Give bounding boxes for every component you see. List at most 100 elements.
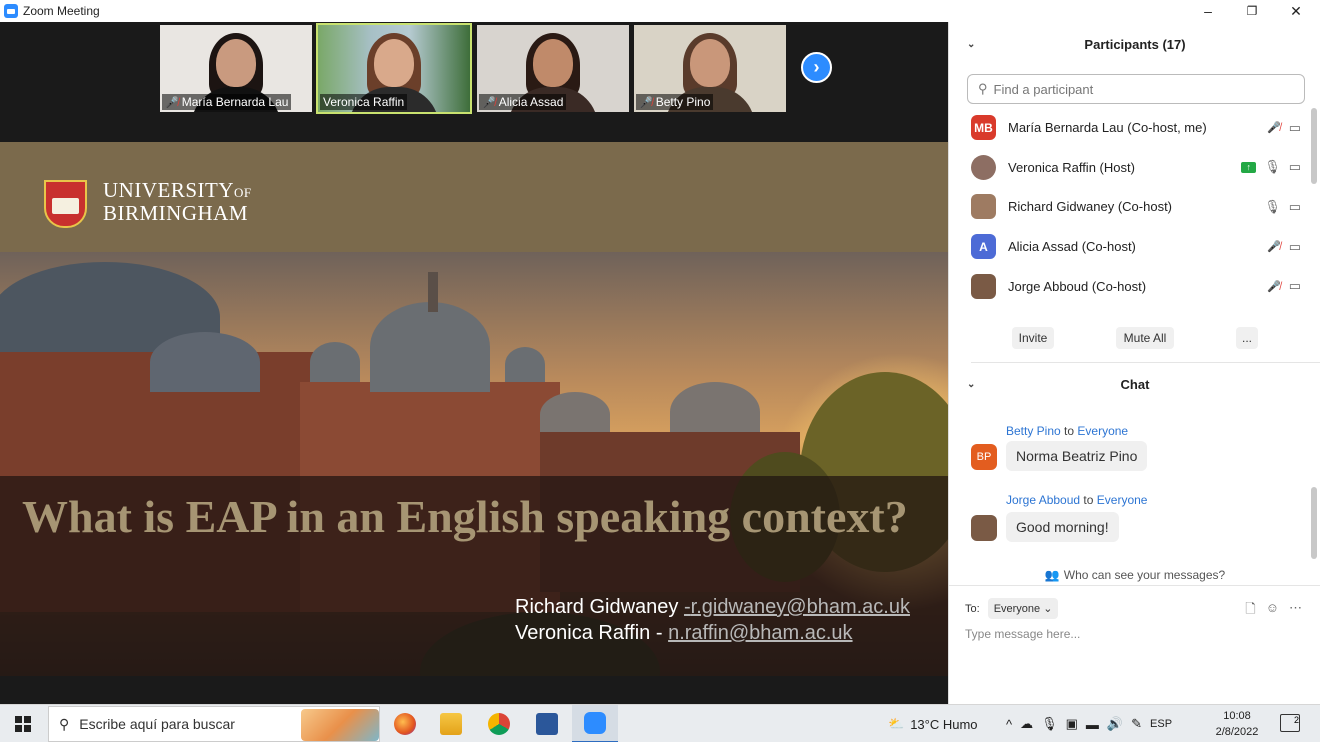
system-tray: ^ ☁ 🎙 ▣ ▬ 🔊 ✎ ESP <box>1006 705 1172 742</box>
weather-widget[interactable]: ⛅ 13°C Humo <box>888 705 978 742</box>
minimize-button[interactable]: – <box>1186 0 1230 22</box>
mic-icon[interactable]: 🎙 <box>1264 199 1281 215</box>
mic-muted-icon: 🎤̸ <box>482 96 496 109</box>
university-logo: UNIVERSITYOF BIRMINGHAM <box>103 178 252 225</box>
slide-title: What is EAP in an English speaking conte… <box>22 491 908 542</box>
message-sender: Betty Pino to Everyone <box>1006 424 1129 438</box>
side-panel: ⌄ Participants (17) ⚲ Find a participant… <box>948 22 1320 704</box>
chevron-right-icon[interactable]: › <box>801 52 832 83</box>
video-off-icon[interactable]: ▭ <box>1289 159 1301 175</box>
divider <box>971 362 1320 363</box>
window-title: Zoom Meeting <box>23 4 100 18</box>
message-bubble: Norma Beatriz Pino <box>1006 441 1148 471</box>
microphone-icon[interactable]: 🎙 <box>1041 716 1058 732</box>
participant-row[interactable]: Veronica Raffin (Host) ↑ 🎙 ▭ <box>949 148 1311 188</box>
network-icon[interactable]: ☁ <box>1020 716 1033 732</box>
more-icon[interactable]: ⋯ <box>1289 600 1302 622</box>
video-area: 🎤̸ María Bernarda Lau Veronica Raffin 🎤̸ A… <box>0 22 948 704</box>
display-icon[interactable]: ▣ <box>1066 716 1078 732</box>
participant-list: MB María Bernarda Lau (Co-host, me) 🎤̸ ▭ … <box>949 108 1311 306</box>
thumbnail-name: 🎤̸ Betty Pino <box>636 94 714 110</box>
mic-muted-icon: 🎤̸ <box>639 96 653 109</box>
participants-header: ⌄ Participants (17) <box>967 36 1186 52</box>
video-thumbnail[interactable]: 🎤̸ Alicia Assad <box>477 25 629 112</box>
presenter-email-link[interactable]: -r.gidwaney@bham.ac.uk <box>684 596 910 618</box>
chat-recipient: To: Everyone ⌄ <box>965 598 1059 619</box>
recipient-dropdown[interactable]: Everyone ⌄ <box>987 598 1059 619</box>
maximize-button[interactable]: ❐ <box>1230 0 1274 22</box>
chrome-taskbar-icon[interactable] <box>476 705 522 742</box>
title-bar: Zoom Meeting – ❐ ✕ <box>0 0 1320 22</box>
participant-search-input[interactable]: ⚲ Find a participant <box>967 74 1305 104</box>
video-off-icon[interactable]: ▭ <box>1289 120 1301 136</box>
slide-header: UNIVERSITYOF BIRMINGHAM <box>0 142 948 252</box>
word-taskbar-icon[interactable] <box>524 705 570 742</box>
invite-button[interactable]: Invite <box>1012 327 1054 349</box>
taskbar-search-box[interactable]: ⚲ Escribe aquí para buscar <box>48 706 380 742</box>
mic-muted-icon[interactable]: 🎤̸ <box>1267 240 1281 253</box>
mic-muted-icon[interactable]: 🎤̸ <box>1267 280 1281 293</box>
volume-icon[interactable]: 🔊 <box>1107 716 1123 732</box>
participant-row[interactable]: Jorge Abboud (Co-host) 🎤̸ ▭ <box>949 266 1311 306</box>
presenter-email-link[interactable]: n.raffin@bham.ac.uk <box>668 622 852 644</box>
search-highlight-art <box>301 709 379 741</box>
more-options-button[interactable]: ... <box>1236 327 1258 349</box>
chat-scrollbar[interactable] <box>1311 487 1317 559</box>
video-thumbnail[interactable]: 🎤̸ María Bernarda Lau <box>160 25 312 112</box>
avatar: MB <box>971 115 996 141</box>
chevron-up-icon[interactable]: ^ <box>1006 717 1012 732</box>
video-off-icon[interactable]: ▭ <box>1289 278 1301 294</box>
shared-slide: UNIVERSITYOF BIRMINGHAM What is EAP in a… <box>0 142 948 676</box>
chat-header: ⌄ Chat <box>967 376 1150 392</box>
thumbnail-name: Veronica Raffin <box>320 94 408 110</box>
chat-tools: 🗋 ☺ ⋯ <box>1245 600 1302 622</box>
file-icon[interactable]: 🗋 <box>1245 600 1255 622</box>
battery-icon[interactable]: ▬ <box>1086 717 1099 732</box>
slide-presenters: Richard Gidwaney -r.gidwaney@bham.ac.uk … <box>515 596 910 644</box>
video-off-icon[interactable]: ▭ <box>1289 239 1301 255</box>
avatar <box>971 154 996 180</box>
mic-icon[interactable]: 🎙 <box>1264 159 1281 175</box>
chevron-down-icon[interactable]: ⌄ <box>967 379 975 390</box>
zoom-window: Zoom Meeting – ❐ ✕ 🎤̸ María Bernarda Lau … <box>0 0 1320 742</box>
search-icon: ⚲ <box>978 81 988 96</box>
mic-muted-icon[interactable]: 🎤̸ <box>1267 121 1281 134</box>
avatar: A <box>971 234 996 260</box>
system-clock[interactable]: 10:08 2/8/2022 <box>1205 708 1269 740</box>
message-bubble: Good morning! <box>1006 512 1119 542</box>
who-can-see-link[interactable]: 👥 Who can see your messages? <box>949 564 1320 586</box>
video-thumbnail[interactable]: 🎤̸ Betty Pino <box>634 25 786 112</box>
notification-center-icon[interactable]: 2 <box>1280 714 1300 732</box>
emoji-icon[interactable]: ☺ <box>1266 600 1279 622</box>
message-sender: Jorge Abboud to Everyone <box>1006 493 1148 507</box>
mic-muted-icon: 🎤̸ <box>165 96 179 109</box>
windows-logo-icon <box>15 716 31 732</box>
thumbnail-name: 🎤̸ Alicia Assad <box>479 94 567 110</box>
thumbnail-strip: 🎤̸ María Bernarda Lau Veronica Raffin 🎤̸ A… <box>0 22 948 142</box>
close-button[interactable]: ✕ <box>1274 0 1318 22</box>
avatar <box>971 273 996 299</box>
participant-row[interactable]: Richard Gidwaney (Co-host) 🎙 ▭ <box>949 187 1311 227</box>
avatar: BP <box>971 444 997 470</box>
cloud-sun-icon: ⛅ <box>888 716 905 731</box>
video-off-icon[interactable]: ▭ <box>1289 199 1301 215</box>
language-indicator[interactable]: ESP <box>1150 718 1172 730</box>
participants-scrollbar[interactable] <box>1311 108 1317 184</box>
windows-taskbar: ⚲ Escribe aquí para buscar ⛅ 13°C Humo ^… <box>0 704 1320 742</box>
search-icon: ⚲ <box>59 715 70 732</box>
screen-share-icon: ↑ <box>1241 161 1257 173</box>
people-icon: 👥 <box>1044 567 1060 582</box>
firefox-taskbar-icon[interactable] <box>382 705 428 742</box>
university-crest-icon <box>44 180 87 228</box>
file-explorer-taskbar-icon[interactable] <box>428 705 474 742</box>
mute-all-button[interactable]: Mute All <box>1116 327 1174 349</box>
video-thumbnail-active-speaker[interactable]: Veronica Raffin <box>316 23 472 114</box>
chat-message-input[interactable]: Type message here... <box>965 627 1080 641</box>
start-button[interactable] <box>0 705 46 742</box>
pen-icon[interactable]: ✎ <box>1131 716 1142 732</box>
participant-row[interactable]: A Alicia Assad (Co-host) 🎤̸ ▭ <box>949 227 1311 267</box>
chevron-down-icon[interactable]: ⌄ <box>967 39 975 50</box>
zoom-app-icon <box>4 4 18 18</box>
participant-row[interactable]: MB María Bernarda Lau (Co-host, me) 🎤̸ ▭ <box>949 108 1311 148</box>
zoom-taskbar-icon[interactable] <box>572 705 618 742</box>
